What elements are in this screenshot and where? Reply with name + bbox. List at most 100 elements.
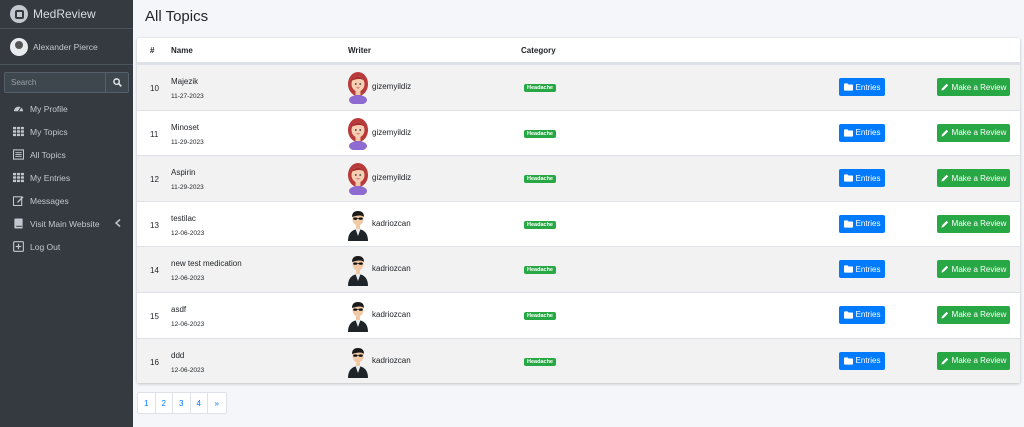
- writer-avatar: [347, 253, 369, 287]
- writer-name: kadriozcan: [372, 264, 411, 274]
- entries-button-label: Entries: [855, 356, 881, 366]
- make-review-button[interactable]: Make a Review: [937, 78, 1010, 96]
- page-title: All Topics: [145, 8, 209, 25]
- entries-button[interactable]: Entries: [839, 123, 885, 142]
- header-category: Category: [521, 46, 556, 55]
- entries-button[interactable]: Entries: [839, 260, 885, 279]
- sidebar-nav: My Profile My Topics All Topics My Entri…: [0, 97, 133, 258]
- topic-date: 12-06-2023: [171, 229, 205, 237]
- topic-date: 12-06-2023: [171, 275, 205, 283]
- topic-date: 11-29-2023: [171, 138, 204, 146]
- sidebar: MedReview Alexander Pierce My Profile My…: [0, 0, 133, 427]
- sidebar-item-label: Messages: [30, 195, 69, 206]
- entries-button-label: Entries: [855, 173, 881, 183]
- sidebar-item-log-out[interactable]: Log Out: [0, 235, 133, 258]
- sidebar-item-label: All Topics: [30, 149, 66, 160]
- entries-button-label: Entries: [855, 82, 881, 92]
- page-link-next[interactable]: »: [208, 393, 226, 413]
- sidebar-item-label: My Profile: [30, 103, 68, 114]
- topic-name: new test medication: [171, 259, 242, 269]
- make-review-button[interactable]: Make a Review: [937, 169, 1010, 188]
- dashboard-icon: [13, 103, 24, 114]
- writer-name: kadriozcan: [372, 218, 411, 228]
- sidebar-item-messages[interactable]: Messages: [0, 189, 133, 212]
- grid-icon: [13, 172, 24, 183]
- entries-button[interactable]: Entries: [839, 214, 885, 233]
- brand-name: MedReview: [33, 7, 96, 21]
- user-panel[interactable]: Alexander Pierce: [0, 29, 133, 65]
- sidebar-item-my-entries[interactable]: My Entries: [0, 166, 133, 189]
- topic-number: 15: [150, 311, 159, 321]
- make-review-button-label: Make a Review: [951, 82, 1007, 92]
- make-review-button[interactable]: Make a Review: [937, 305, 1010, 324]
- topic-name: Majezik: [171, 77, 199, 86]
- category-badge: Headache: [524, 357, 556, 366]
- table-row: 14 new test medication 12-06-2023 kadriozca…: [137, 246, 1020, 292]
- entries-button-label: Entries: [855, 219, 881, 229]
- chevron-left-icon: [114, 218, 121, 229]
- pencil-icon: [941, 174, 949, 182]
- topic-name: ddd: [171, 350, 185, 360]
- make-review-button-label: Make a Review: [951, 219, 1007, 229]
- sidebar-item-all-topics[interactable]: All Topics: [0, 143, 133, 166]
- category-badge: Headache: [524, 311, 556, 320]
- writer-avatar: [347, 117, 369, 151]
- category-badge: Headache: [524, 84, 556, 92]
- folder-icon: [843, 174, 853, 182]
- folder-icon: [843, 220, 853, 228]
- page-link-1[interactable]: 1: [138, 393, 156, 413]
- make-review-button-label: Make a Review: [951, 173, 1007, 183]
- table-row: 12 Aspirin 11-29-2023 gizemyildiz Headache En…: [137, 155, 1020, 201]
- writer-name: gizemyildiz: [372, 127, 412, 137]
- folder-icon: [843, 83, 853, 91]
- page-link-2[interactable]: 2: [156, 393, 173, 413]
- writer-avatar: [347, 162, 369, 197]
- topic-name: testilac: [171, 213, 196, 223]
- search-button[interactable]: [105, 72, 129, 93]
- entries-button[interactable]: Entries: [839, 169, 885, 188]
- entries-button[interactable]: Entries: [839, 78, 885, 96]
- writer-avatar: [347, 71, 369, 105]
- sidebar-item-my-profile[interactable]: My Profile: [0, 97, 133, 120]
- header-writer: Writer: [348, 46, 371, 55]
- make-review-button-label: Make a Review: [951, 264, 1007, 274]
- sidebar-item-visit-main-website[interactable]: Visit Main Website: [0, 212, 133, 235]
- user-name: Alexander Pierce: [33, 41, 98, 52]
- writer-name: gizemyildiz: [372, 173, 412, 183]
- pencil-icon: [941, 265, 949, 273]
- sidebar-item-label: My Entries: [30, 172, 71, 183]
- entries-button[interactable]: Entries: [839, 305, 885, 324]
- topic-name: Minoset: [171, 122, 200, 132]
- make-review-button-label: Make a Review: [951, 356, 1007, 366]
- entries-button[interactable]: Entries: [839, 351, 885, 370]
- page-link-4[interactable]: 4: [191, 393, 208, 413]
- topic-name: Aspirin: [171, 168, 196, 178]
- make-review-button[interactable]: Make a Review: [937, 351, 1010, 370]
- sidebar-item-my-topics[interactable]: My Topics: [0, 120, 133, 143]
- search-icon: [112, 78, 122, 87]
- topics-table: # Name Writer Category 10 Majezik 11-27-20…: [137, 38, 1020, 384]
- topic-date: 11-27-2023: [171, 93, 204, 100]
- topic-name: asdf: [171, 304, 187, 314]
- search-input[interactable]: [4, 72, 105, 93]
- table-row: 10 Majezik 11-27-2023 gizemyildiz Headache En…: [137, 64, 1020, 110]
- brand-link[interactable]: MedReview: [0, 0, 133, 29]
- make-review-button[interactable]: Make a Review: [937, 214, 1010, 233]
- make-review-button[interactable]: Make a Review: [937, 123, 1010, 142]
- writer-avatar: [347, 345, 369, 378]
- writer-name: gizemyildiz: [372, 82, 412, 91]
- make-review-button-label: Make a Review: [951, 128, 1007, 138]
- table-row: 11 Minoset 11-29-2023 gizemyildiz Headache En…: [137, 109, 1020, 156]
- category-badge: Headache: [524, 266, 556, 275]
- writer-avatar: [347, 208, 369, 241]
- make-review-button[interactable]: Make a Review: [937, 260, 1010, 279]
- folder-icon: [843, 128, 853, 137]
- pencil-icon: [941, 83, 949, 91]
- topic-number: 12: [150, 175, 159, 185]
- category-badge: Headache: [524, 175, 556, 184]
- edit-icon: [13, 195, 24, 206]
- entries-button-label: Entries: [855, 310, 881, 320]
- list-icon: [13, 149, 24, 160]
- table-row: 13 testilac 12-06-2023 kadriozcan Headache En…: [137, 200, 1020, 247]
- page-link-3[interactable]: 3: [173, 393, 191, 413]
